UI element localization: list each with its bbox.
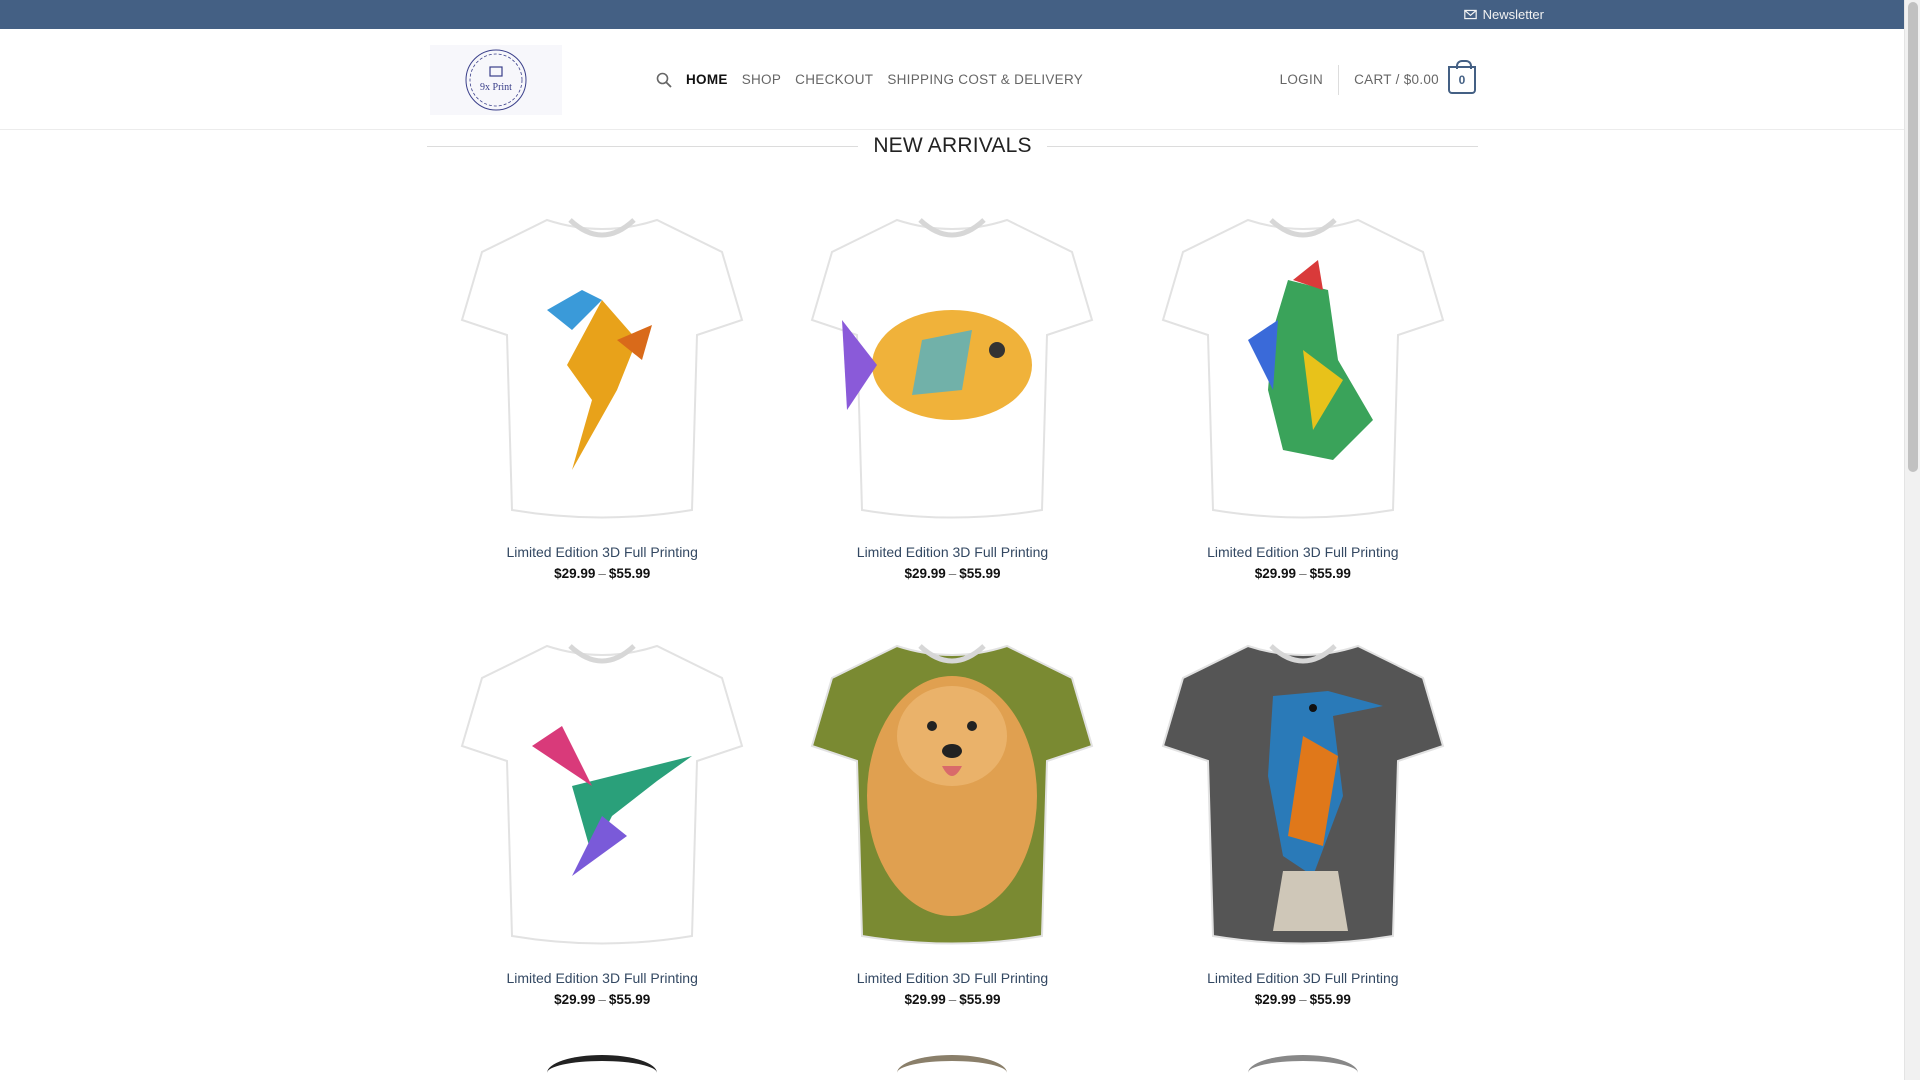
section-heading: NEW ARRIVALS: [427, 130, 1479, 162]
price-separator: –: [1299, 566, 1307, 581]
tshirt-collar-preview: [547, 1055, 658, 1080]
nav-shop[interactable]: SHOP: [742, 72, 781, 87]
price-max: $55.99: [1309, 992, 1351, 1007]
product-price: $29.99– $55.99: [554, 566, 650, 581]
price-min: $29.99: [554, 566, 596, 581]
product-image[interactable]: [442, 190, 762, 530]
product-card[interactable]: Limited Edition 3D Full Printing $29.99–…: [427, 190, 777, 616]
product-card[interactable]: Limited Edition 3D Full Printing $29.99–…: [777, 190, 1127, 616]
product-image[interactable]: [792, 190, 1112, 530]
newsletter-link[interactable]: Newsletter: [1463, 0, 1544, 29]
account-nav: LOGIN CART / $0.00 0: [1280, 29, 1476, 130]
product-title[interactable]: Limited Edition 3D Full Printing: [857, 970, 1048, 986]
price-max: $55.99: [608, 566, 651, 581]
search-icon[interactable]: [656, 72, 672, 88]
newsletter-label: Newsletter: [1482, 7, 1544, 22]
nav-divider: [1338, 64, 1340, 95]
nav-home[interactable]: HOME: [686, 72, 728, 87]
product-title[interactable]: Limited Edition 3D Full Printing: [506, 544, 697, 560]
nav-checkout[interactable]: CHECKOUT: [795, 72, 873, 87]
product-card-preview[interactable]: [1128, 1055, 1478, 1080]
tshirt-collar-preview: [1247, 1055, 1358, 1080]
product-title[interactable]: Limited Edition 3D Full Printing: [1207, 970, 1398, 986]
tshirt-image: [1161, 644, 1445, 945]
next-row-preview: [427, 1055, 1478, 1080]
price-separator: –: [598, 992, 606, 1007]
price-separator: –: [598, 566, 606, 581]
scrollbar-thumb[interactable]: [1908, 2, 1918, 472]
site-logo[interactable]: 9x Print: [430, 45, 562, 115]
price-max: $55.99: [959, 992, 1001, 1007]
product-title[interactable]: Limited Edition 3D Full Printing: [1207, 544, 1398, 560]
product-card-preview[interactable]: [427, 1055, 777, 1080]
envelope-icon: [1463, 9, 1477, 20]
product-price: $29.99– $55.99: [1255, 992, 1351, 1007]
logo-text: 9x Print: [480, 82, 512, 93]
price-min: $29.99: [1254, 566, 1297, 581]
logo-emblem: 9x Print: [465, 49, 527, 111]
heading-line-right: [1046, 145, 1479, 147]
tshirt-image: [460, 218, 744, 519]
price-min: $29.99: [904, 566, 946, 581]
price-max: $55.99: [1309, 566, 1351, 581]
product-title[interactable]: Limited Edition 3D Full Printing: [857, 544, 1048, 560]
tshirt-image: [811, 644, 1094, 945]
price-separator: –: [1299, 992, 1307, 1007]
product-price: $29.99– $55.99: [554, 992, 650, 1007]
product-image[interactable]: [442, 616, 762, 956]
price-separator: –: [948, 566, 957, 581]
product-title[interactable]: Limited Edition 3D Full Printing: [506, 970, 697, 986]
product-image[interactable]: [1143, 190, 1463, 530]
main-nav: HOME SHOP CHECKOUT SHIPPING COST & DELIV…: [656, 29, 1083, 130]
tshirt-image: [811, 218, 1094, 519]
product-image[interactable]: [1143, 616, 1463, 956]
tshirt-image: [460, 644, 744, 945]
product-card-preview[interactable]: [777, 1055, 1127, 1080]
cart-count-badge[interactable]: 0: [1448, 59, 1476, 94]
price-max: $55.99: [608, 992, 651, 1007]
tshirt-collar-preview: [897, 1055, 1008, 1080]
product-card[interactable]: Limited Edition 3D Full Printing $29.99–…: [1128, 616, 1478, 1042]
price-min: $29.99: [1254, 992, 1297, 1007]
scrollbar[interactable]: [1904, 0, 1920, 1080]
nav-shipping[interactable]: SHIPPING COST & DELIVERY: [887, 72, 1083, 87]
price-min: $29.99: [554, 992, 596, 1007]
top-bar: Newsletter: [0, 0, 1904, 29]
product-card[interactable]: Limited Edition 3D Full Printing $29.99–…: [777, 616, 1127, 1042]
tshirt-image: [1161, 218, 1445, 519]
section-title: NEW ARRIVALS: [873, 134, 1032, 157]
price-max: $55.99: [959, 566, 1001, 581]
cart-link[interactable]: CART / $0.00: [1354, 72, 1439, 87]
product-image[interactable]: [792, 616, 1112, 956]
price-separator: –: [948, 992, 957, 1007]
price-min: $29.99: [904, 992, 946, 1007]
product-price: $29.99– $55.99: [904, 992, 1000, 1007]
product-price: $29.99– $55.99: [904, 566, 1000, 581]
product-price: $29.99– $55.99: [1255, 566, 1351, 581]
product-card[interactable]: Limited Edition 3D Full Printing $29.99–…: [427, 616, 777, 1042]
login-link[interactable]: LOGIN: [1280, 72, 1324, 87]
heading-line-left: [427, 145, 859, 147]
product-grid: Limited Edition 3D Full Printing $29.99–…: [427, 190, 1478, 1042]
site-header: 9x Print HOME SHOP CHECKOUT SHIPPING COS…: [0, 29, 1904, 130]
product-card[interactable]: Limited Edition 3D Full Printing $29.99–…: [1128, 190, 1478, 616]
